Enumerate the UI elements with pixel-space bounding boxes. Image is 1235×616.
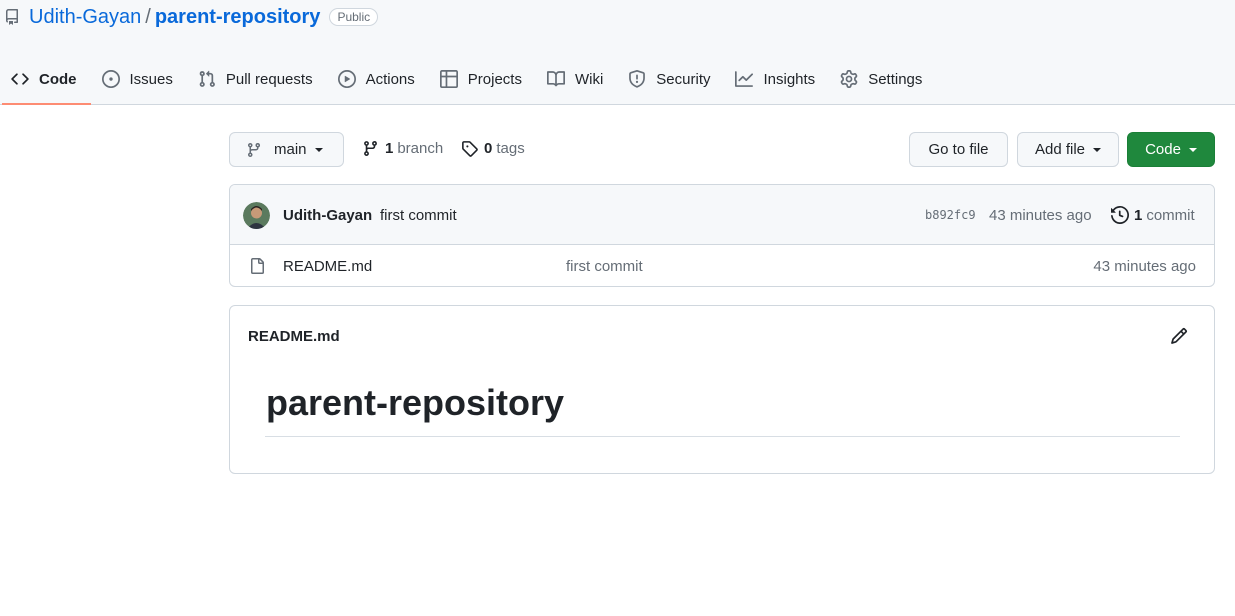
tab-security-label: Security (656, 70, 711, 88)
tag-label: tags (496, 140, 525, 157)
file-icon (251, 258, 264, 274)
commit-count: 1 (1134, 206, 1143, 224)
tab-pull-requests[interactable]: Pull requests (187, 60, 327, 98)
graph-icon (735, 71, 754, 87)
tab-projects-label: Projects (467, 70, 522, 88)
tag-count: 0 (484, 140, 493, 157)
path-separator: / (145, 5, 151, 28)
git-branch-icon (364, 141, 377, 156)
tab-wiki-label: Wiki (574, 70, 604, 88)
commit-history-link[interactable]: 1 commit (1111, 206, 1195, 224)
avatar[interactable] (243, 202, 270, 229)
tab-code-label: Code (39, 70, 77, 88)
file-list: Udith-Gayan first commit b892fc9 43 minu… (229, 184, 1215, 287)
chevron-down-icon (1188, 147, 1197, 152)
commit-time: 43 minutes ago (989, 207, 1092, 224)
code-button-label: Code (1145, 141, 1181, 158)
tab-wiki[interactable]: Wiki (536, 60, 617, 98)
git-pull-request-icon (199, 70, 215, 87)
tab-actions[interactable]: Actions (327, 60, 429, 98)
chevron-down-icon (1093, 147, 1102, 152)
list-item[interactable]: README.md first commit 43 minutes ago (230, 245, 1214, 286)
tab-security[interactable]: Security (617, 60, 724, 98)
pencil-icon[interactable] (1170, 327, 1188, 345)
repo-title: Udith-Gayan / parent-repository Public (4, 4, 379, 30)
file-name-link[interactable]: README.md (283, 258, 372, 275)
table-icon (439, 70, 458, 88)
tab-actions-label: Actions (365, 70, 415, 88)
branches-link[interactable]: 1 branch (362, 140, 443, 157)
readme-heading: parent-repository (266, 382, 565, 423)
go-to-file-button[interactable]: Go to file (909, 132, 1008, 167)
branch-count: 1 (385, 140, 394, 157)
tab-settings[interactable]: Settings (829, 60, 936, 98)
tab-pull-requests-label: Pull requests (225, 70, 313, 88)
tab-settings-label: Settings (868, 70, 923, 88)
commit-author-link[interactable]: Udith-Gayan (283, 207, 372, 224)
readme-filename: README.md (248, 328, 340, 345)
latest-commit-row: Udith-Gayan first commit b892fc9 43 minu… (230, 185, 1214, 245)
book-icon (546, 71, 565, 87)
tab-issues[interactable]: Issues (91, 60, 187, 98)
commit-sha-link[interactable]: b892fc9 (925, 208, 976, 222)
heading-divider (265, 436, 1180, 437)
shield-icon (629, 70, 646, 88)
add-file-button[interactable]: Add file (1017, 132, 1119, 167)
tag-icon (462, 141, 478, 157)
code-button[interactable]: Code (1127, 132, 1215, 167)
readme-panel: README.md parent-repository (229, 305, 1215, 474)
repo-owner-link[interactable]: Udith-Gayan (29, 6, 141, 29)
branch-select-button[interactable]: main (229, 132, 344, 167)
chevron-down-icon (314, 147, 323, 152)
commit-message-link[interactable]: first commit (380, 207, 457, 224)
play-icon (337, 70, 356, 88)
tags-link[interactable]: 0 tags (461, 140, 525, 157)
repo-header: Udith-Gayan / parent-repository Public C… (0, 0, 1235, 105)
branch-label: branch (397, 140, 444, 157)
history-icon (1111, 206, 1129, 224)
add-file-label: Add file (1034, 141, 1086, 158)
file-commit-message-link[interactable]: first commit (566, 258, 643, 275)
repo-icon (4, 9, 20, 25)
tab-insights-label: Insights (763, 70, 816, 88)
tab-issues-label: Issues (129, 70, 173, 88)
code-icon (11, 73, 29, 85)
issue-opened-icon (101, 70, 120, 88)
branch-name: main (274, 141, 307, 158)
visibility-badge: Public (329, 8, 379, 26)
tab-code[interactable]: Code (0, 60, 91, 105)
repo-nav-tabs: Code Issues Pull requests Actions Projec… (0, 60, 936, 105)
git-branch-icon (247, 142, 260, 157)
repo-name-link[interactable]: parent-repository (155, 6, 321, 29)
tab-insights[interactable]: Insights (724, 60, 829, 98)
tab-projects[interactable]: Projects (429, 60, 536, 98)
commit-label: commit (1146, 206, 1195, 224)
file-time: 43 minutes ago (1093, 258, 1196, 275)
gear-icon (840, 70, 858, 88)
file-navigation: main 1 branch 0 tags Go to file Add file… (229, 132, 1215, 168)
